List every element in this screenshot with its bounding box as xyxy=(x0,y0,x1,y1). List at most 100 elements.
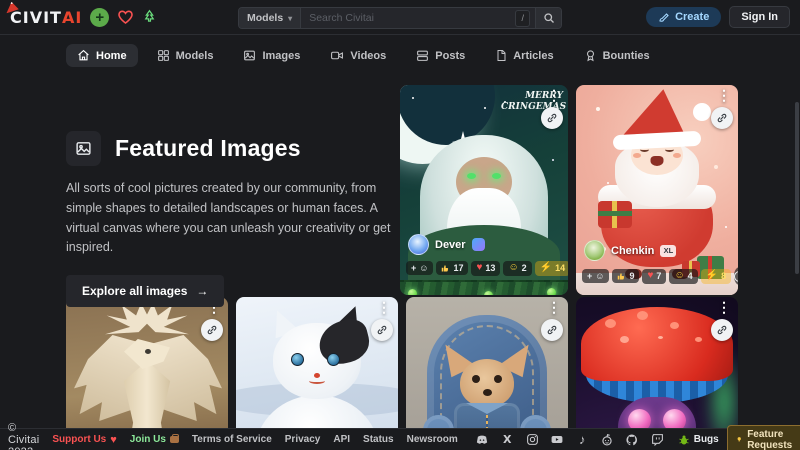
username: Dever xyxy=(435,239,466,251)
plus-icon: + xyxy=(587,272,592,281)
create-button[interactable]: Create xyxy=(646,7,721,27)
search-input[interactable] xyxy=(301,8,515,28)
like-count: 17 xyxy=(453,264,463,273)
add-reaction-button[interactable]: +☺ xyxy=(582,269,609,283)
tab-models[interactable]: Models xyxy=(146,44,225,67)
tab-label: Articles xyxy=(513,50,553,62)
heart-icon: ♥ xyxy=(647,271,653,281)
hat-brim-shape xyxy=(613,131,702,151)
garland-decoration xyxy=(400,280,568,295)
tab-videos[interactable]: Videos xyxy=(319,44,397,67)
tab-label: Bounties xyxy=(603,50,650,62)
tab-articles[interactable]: Articles xyxy=(484,44,564,67)
heart-reaction-button[interactable]: ♥7 xyxy=(642,269,666,284)
link-icon xyxy=(206,324,218,336)
scrollbar-thumb[interactable] xyxy=(795,102,799,274)
closed-eye-shape xyxy=(665,147,674,152)
copy-link-button[interactable] xyxy=(711,107,733,129)
laugh-icon: ☺ xyxy=(674,271,684,281)
add-reaction-button[interactable]: +☺ xyxy=(406,261,433,275)
vertical-scrollbar[interactable] xyxy=(795,36,799,426)
search-category-dropdown[interactable]: Models ▾ xyxy=(239,8,301,28)
footer-link-support-us[interactable]: Support Us ♥ xyxy=(52,434,116,446)
copy-link-button[interactable] xyxy=(541,319,563,341)
link-icon xyxy=(546,112,558,124)
footer-link-terms[interactable]: Terms of Service xyxy=(192,434,272,445)
laugh-reaction-button[interactable]: ☺4 xyxy=(669,269,697,284)
plus-icon: + xyxy=(95,10,104,25)
zap-reaction-button[interactable]: ⚡14 xyxy=(535,261,568,276)
search-submit-button[interactable] xyxy=(535,8,561,28)
laugh-reaction-button[interactable]: ☺2 xyxy=(503,261,531,276)
heart-count: 13 xyxy=(485,264,495,273)
nose-shape xyxy=(483,389,492,396)
footer-bar: © Civitai 2023 Support Us ♥ Join Us Term… xyxy=(0,428,800,450)
tab-home[interactable]: Home xyxy=(66,44,138,67)
cheek-shape xyxy=(673,153,681,158)
footer-link-newsroom[interactable]: Newsroom xyxy=(407,434,458,445)
mouth-shape xyxy=(309,378,325,384)
tab-label: Images xyxy=(262,50,300,62)
footer-link-api[interactable]: API xyxy=(333,434,350,445)
bug-icon xyxy=(678,434,690,446)
support-heart-button[interactable] xyxy=(117,9,134,25)
instagram-icon[interactable] xyxy=(525,432,540,447)
like-reaction-button[interactable]: 17 xyxy=(436,261,468,275)
explore-all-images-button[interactable]: Explore all images → xyxy=(66,275,224,307)
stars-dots xyxy=(412,97,414,99)
grid-icon xyxy=(157,49,170,62)
civitai-logo[interactable]: CIVIT AI xyxy=(10,8,82,27)
image-info-button[interactable]: i xyxy=(734,267,738,285)
laugh-count: 4 xyxy=(688,272,693,281)
home-icon xyxy=(77,49,90,62)
hat-pom-shape xyxy=(693,103,711,121)
tab-posts[interactable]: Posts xyxy=(405,44,476,67)
image-card: MERRY CRINGEMAS ⋮ Dever +☺ 17 ♥13 ☺2 ⚡14 xyxy=(400,85,568,295)
card-user-row[interactable]: Chenkin XL xyxy=(584,240,676,261)
github-icon[interactable] xyxy=(625,432,640,447)
user-badge: XL xyxy=(660,245,676,257)
link-icon xyxy=(376,324,388,336)
zap-count: 14 xyxy=(555,264,565,273)
heart-reaction-button[interactable]: ♥13 xyxy=(471,261,500,276)
tiktok-icon[interactable]: ♪ xyxy=(575,432,590,447)
image-card: ⋮ Chenkin XL +☺ 9 ♥7 ☺4 ⚡8 i xyxy=(576,85,738,295)
glowing-eye-shape xyxy=(467,173,476,179)
copy-link-button[interactable] xyxy=(371,319,393,341)
x-twitter-icon[interactable]: X xyxy=(500,432,515,447)
bugs-button[interactable]: Bugs xyxy=(678,434,719,446)
twitch-icon[interactable] xyxy=(650,432,665,447)
copy-link-button[interactable] xyxy=(541,107,563,129)
card-menu-button[interactable]: ⋮ xyxy=(717,88,731,102)
featured-images-hero: Featured Images All sorts of cool pictur… xyxy=(66,131,398,307)
add-button[interactable]: + xyxy=(90,8,109,27)
tab-label: Models xyxy=(176,50,214,62)
copy-link-button[interactable] xyxy=(711,319,733,341)
user-badge-icon xyxy=(472,238,485,251)
footer-link-privacy[interactable]: Privacy xyxy=(285,434,321,445)
footer-link-join-us[interactable]: Join Us xyxy=(130,434,179,445)
sign-in-button[interactable]: Sign In xyxy=(729,6,790,28)
youtube-icon[interactable] xyxy=(550,432,565,447)
like-reaction-button[interactable]: 9 xyxy=(612,269,639,283)
red-cap-shape xyxy=(581,307,733,381)
footer-link-status[interactable]: Status xyxy=(363,434,394,445)
card-menu-button[interactable]: ⋮ xyxy=(547,88,561,102)
discord-icon[interactable] xyxy=(475,432,490,447)
feature-requests-button[interactable]: Feature Requests xyxy=(727,425,800,450)
tab-images[interactable]: Images xyxy=(232,44,311,67)
cat-eye-shape xyxy=(327,353,340,366)
card-menu-button[interactable]: ⋮ xyxy=(717,300,731,314)
logo-text: CIVIT xyxy=(10,8,62,27)
video-icon xyxy=(330,49,344,62)
holiday-tree-button[interactable] xyxy=(142,9,157,25)
card-user-row[interactable]: Dever xyxy=(408,234,485,255)
tab-bounties[interactable]: Bounties xyxy=(573,44,661,67)
card-menu-button[interactable]: ⋮ xyxy=(547,300,561,314)
search-icon xyxy=(543,12,555,24)
award-icon xyxy=(584,49,597,62)
reddit-icon[interactable] xyxy=(600,432,615,447)
zap-reaction-button[interactable]: ⚡8 xyxy=(701,269,731,284)
tab-label: Home xyxy=(96,50,127,62)
copy-link-button[interactable] xyxy=(201,319,223,341)
